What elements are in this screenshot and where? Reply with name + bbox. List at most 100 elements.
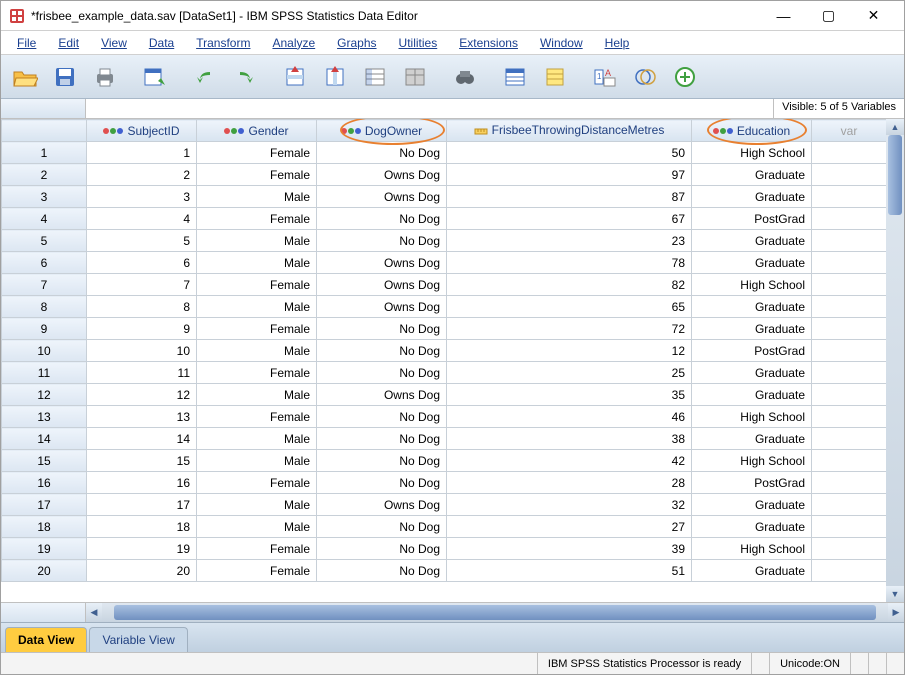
cell[interactable]: 51	[447, 560, 692, 582]
table-row[interactable]: 1010MaleNo Dog12PostGrad	[2, 340, 887, 362]
row-header[interactable]: 5	[2, 230, 87, 252]
vertical-scroll-thumb[interactable]	[888, 135, 902, 215]
cell[interactable]: Male	[197, 516, 317, 538]
cell[interactable]: Graduate	[692, 428, 812, 450]
row-header[interactable]: 12	[2, 384, 87, 406]
cell[interactable]: 7	[87, 274, 197, 296]
table-row[interactable]: 55MaleNo Dog23Graduate	[2, 230, 887, 252]
cell[interactable]: Female	[197, 208, 317, 230]
horizontal-scrollbar[interactable]: ◀ ▶	[1, 602, 904, 622]
cell[interactable]: Female	[197, 142, 317, 164]
use-sets-button[interactable]	[627, 59, 663, 95]
table-row[interactable]: 11FemaleNo Dog50High School	[2, 142, 887, 164]
cell[interactable]: No Dog	[317, 472, 447, 494]
cell[interactable]: Female	[197, 274, 317, 296]
cell[interactable]: 1	[87, 142, 197, 164]
cell[interactable]: 25	[447, 362, 692, 384]
cell[interactable]: No Dog	[317, 340, 447, 362]
table-row[interactable]: 1313FemaleNo Dog46High School	[2, 406, 887, 428]
cell[interactable]	[812, 450, 887, 472]
cell[interactable]: 27	[447, 516, 692, 538]
cell[interactable]: Female	[197, 362, 317, 384]
cell[interactable]: 15	[87, 450, 197, 472]
table-row[interactable]: 2020FemaleNo Dog51Graduate	[2, 560, 887, 582]
cell[interactable]: 13	[87, 406, 197, 428]
menu-data[interactable]: Data	[139, 33, 184, 53]
cell[interactable]: Owns Dog	[317, 274, 447, 296]
cell[interactable]: No Dog	[317, 230, 447, 252]
cell[interactable]: 67	[447, 208, 692, 230]
cell[interactable]	[812, 472, 887, 494]
print-button[interactable]	[87, 59, 123, 95]
row-header[interactable]: 20	[2, 560, 87, 582]
cell[interactable]: 82	[447, 274, 692, 296]
cell[interactable]: 87	[447, 186, 692, 208]
cell[interactable]: Female	[197, 538, 317, 560]
menu-extensions[interactable]: Extensions	[449, 33, 528, 53]
close-button[interactable]: ✕	[851, 2, 896, 30]
table-row[interactable]: 88MaleOwns Dog65Graduate	[2, 296, 887, 318]
cell[interactable]: PostGrad	[692, 208, 812, 230]
cell[interactable]: Male	[197, 230, 317, 252]
cell[interactable]: 10	[87, 340, 197, 362]
cell[interactable]	[812, 296, 887, 318]
menu-analyze[interactable]: Analyze	[262, 33, 325, 53]
table-row[interactable]: 99FemaleNo Dog72Graduate	[2, 318, 887, 340]
cell[interactable]: Owns Dog	[317, 164, 447, 186]
cell[interactable]: Male	[197, 428, 317, 450]
table-row[interactable]: 1111FemaleNo Dog25Graduate	[2, 362, 887, 384]
cell[interactable]: 12	[87, 384, 197, 406]
cell[interactable]: 35	[447, 384, 692, 406]
variables-button[interactable]	[357, 59, 393, 95]
row-header[interactable]: 3	[2, 186, 87, 208]
horizontal-scroll-thumb[interactable]	[114, 605, 876, 620]
cell[interactable]: No Dog	[317, 362, 447, 384]
cell[interactable]: No Dog	[317, 516, 447, 538]
cell[interactable]: High School	[692, 538, 812, 560]
table-row[interactable]: 33MaleOwns Dog87Graduate	[2, 186, 887, 208]
cell[interactable]: Female	[197, 560, 317, 582]
cell[interactable]: No Dog	[317, 450, 447, 472]
cell[interactable]: 4	[87, 208, 197, 230]
row-header[interactable]: 17	[2, 494, 87, 516]
cell[interactable]: Graduate	[692, 494, 812, 516]
scroll-down-arrow[interactable]: ▼	[886, 586, 904, 602]
recall-dialog-button[interactable]	[137, 59, 173, 95]
row-header[interactable]: 9	[2, 318, 87, 340]
menu-view[interactable]: View	[91, 33, 137, 53]
table-row[interactable]: 1414MaleNo Dog38Graduate	[2, 428, 887, 450]
menu-utilities[interactable]: Utilities	[389, 33, 448, 53]
column-header-subjectid[interactable]: SubjectID	[87, 120, 197, 142]
row-header[interactable]: 14	[2, 428, 87, 450]
row-header[interactable]: 19	[2, 538, 87, 560]
row-header[interactable]: 10	[2, 340, 87, 362]
show-all-165-buttonve[interactable]	[667, 59, 703, 95]
cell[interactable]	[812, 384, 887, 406]
cell[interactable]	[812, 208, 887, 230]
cell[interactable]: Owns Dog	[317, 186, 447, 208]
cell[interactable]: Male	[197, 186, 317, 208]
cell[interactable]	[812, 516, 887, 538]
row-header[interactable]: 4	[2, 208, 87, 230]
table-row[interactable]: 1919FemaleNo Dog39High School	[2, 538, 887, 560]
cell[interactable]: 11	[87, 362, 197, 384]
cell[interactable]	[812, 142, 887, 164]
column-header-dogowner[interactable]: DogOwner	[317, 120, 447, 142]
cell[interactable]: 39	[447, 538, 692, 560]
column-header-gender[interactable]: Gender	[197, 120, 317, 142]
cell[interactable]: Male	[197, 252, 317, 274]
cell[interactable]: Owns Dog	[317, 384, 447, 406]
open-file-button[interactable]	[7, 59, 43, 95]
cell[interactable]: 72	[447, 318, 692, 340]
scroll-up-arrow[interactable]: ▲	[886, 119, 904, 135]
cell[interactable]	[812, 340, 887, 362]
vertical-scrollbar[interactable]: ▲ ▼	[886, 119, 904, 602]
maximize-button[interactable]: ▢	[806, 2, 851, 30]
cell[interactable]: No Dog	[317, 318, 447, 340]
cell[interactable]: Graduate	[692, 318, 812, 340]
cell[interactable]: No Dog	[317, 406, 447, 428]
goto-variable-button[interactable]	[317, 59, 353, 95]
save-button[interactable]	[47, 59, 83, 95]
cell[interactable]	[812, 186, 887, 208]
cell[interactable]: 78	[447, 252, 692, 274]
